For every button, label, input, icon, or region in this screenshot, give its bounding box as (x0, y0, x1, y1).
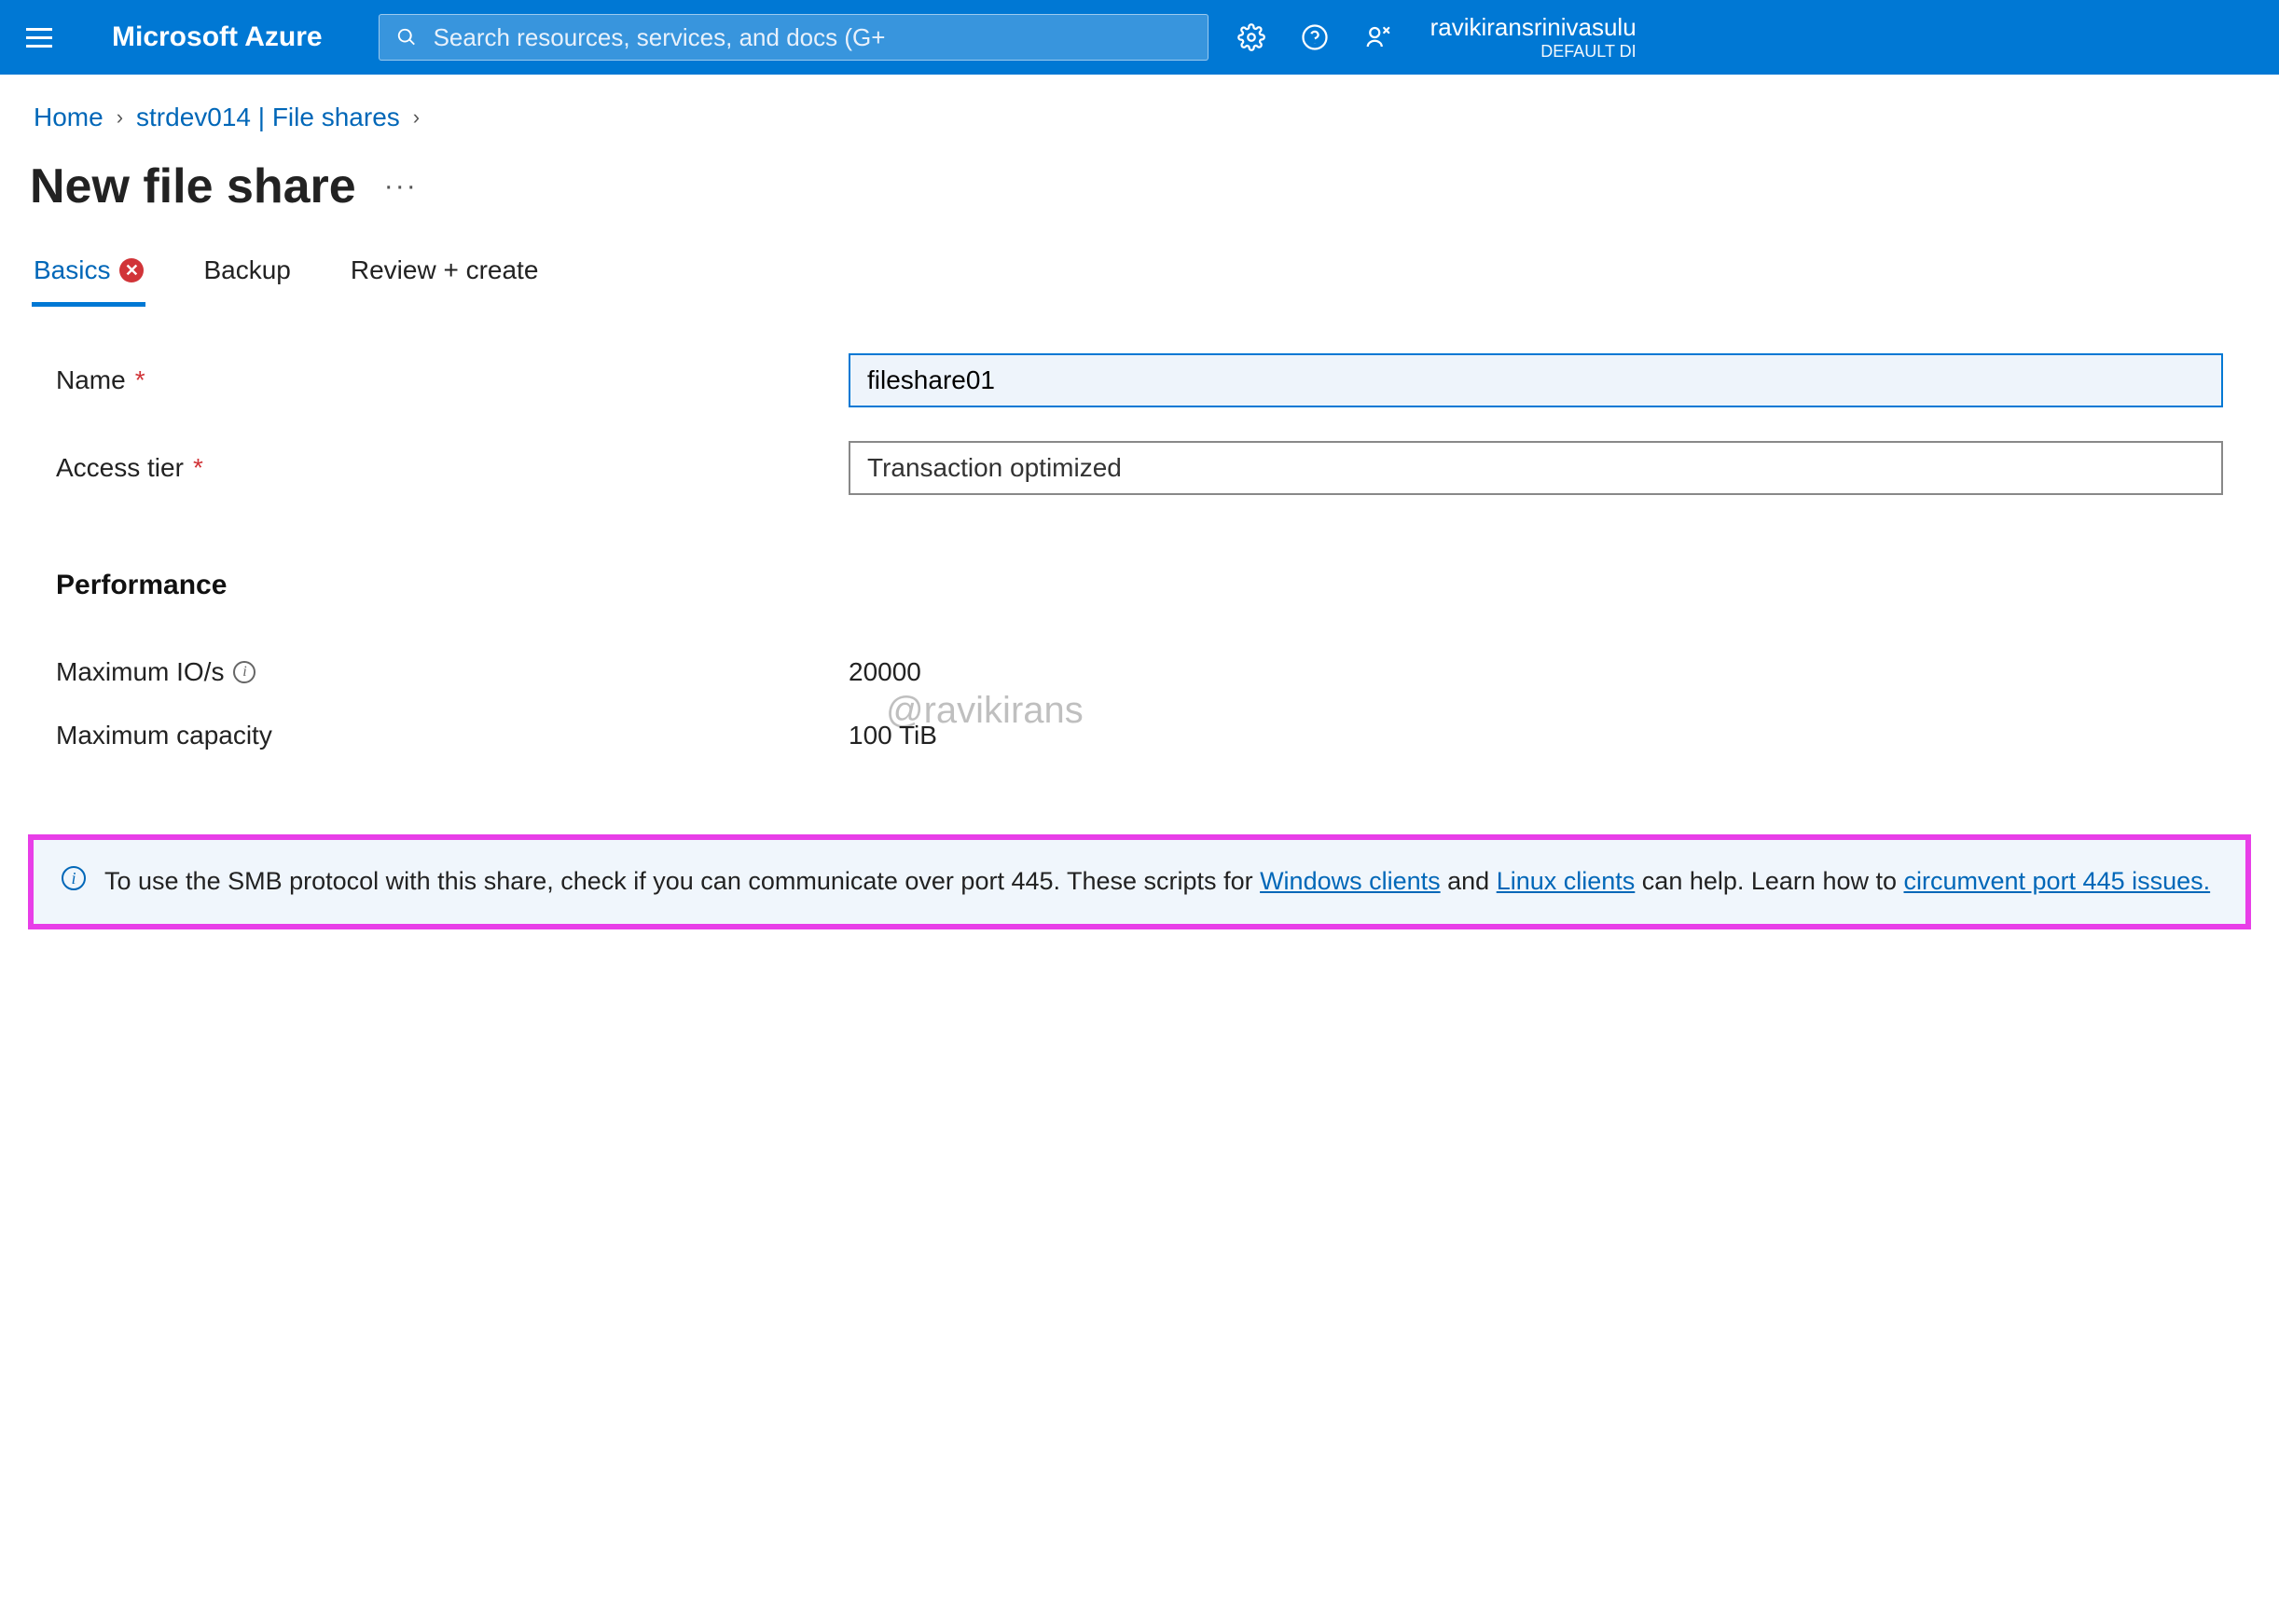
chevron-right-icon: › (117, 105, 123, 130)
info-icon[interactable]: i (233, 661, 256, 683)
performance-heading: Performance (56, 570, 2223, 601)
tab-review-create[interactable]: Review + create (349, 242, 541, 307)
search-icon (396, 27, 417, 48)
info-banner: i To use the SMB protocol with this shar… (28, 834, 2251, 929)
error-badge-icon: ✕ (119, 258, 144, 282)
banner-text-a: To use the SMB protocol with this share,… (104, 867, 1260, 895)
top-icon-group (1236, 22, 1393, 52)
label-text: Access tier (56, 453, 184, 483)
info-icon: i (62, 866, 86, 890)
search-container (379, 14, 1209, 61)
link-linux-clients[interactable]: Linux clients (1497, 867, 1636, 895)
max-capacity-value: 100 TiB (849, 721, 937, 750)
row-name: Name * (56, 353, 2223, 407)
name-input[interactable] (849, 353, 2223, 407)
banner-text-b: and (1441, 867, 1497, 895)
user-directory-label: DEFAULT DI (1430, 42, 1637, 62)
search-box[interactable] (379, 14, 1209, 61)
tab-label: Backup (203, 255, 290, 285)
feedback-icon[interactable] (1363, 22, 1393, 52)
tab-backup[interactable]: Backup (201, 242, 292, 307)
row-access-tier: Access tier * Transaction optimized (56, 441, 2223, 495)
required-asterisk-icon: * (193, 453, 203, 483)
breadcrumb-home[interactable]: Home (34, 103, 104, 132)
form-area: Name * Access tier * Transaction optimiz… (0, 307, 2279, 750)
page-header: New file share ··· (0, 142, 2279, 242)
banner-text-c: can help. Learn how to (1635, 867, 1903, 895)
more-actions-icon[interactable]: ··· (384, 171, 418, 202)
user-account-block[interactable]: ravikiransrinivasulu DEFAULT DI (1430, 13, 1637, 62)
tab-label: Basics (34, 255, 110, 285)
tab-basics[interactable]: Basics ✕ (32, 242, 145, 307)
access-tier-select[interactable]: Transaction optimized (849, 441, 2223, 495)
required-asterisk-icon: * (135, 365, 145, 395)
breadcrumb: Home › strdev014 | File shares › (0, 75, 2279, 142)
hamburger-menu-icon[interactable] (19, 21, 56, 55)
max-io-value: 20000 (849, 657, 921, 687)
label-text: Maximum capacity (56, 721, 272, 750)
search-input[interactable] (434, 23, 1191, 52)
settings-icon[interactable] (1236, 22, 1266, 52)
page-title: New file share (30, 158, 356, 214)
name-label: Name * (56, 365, 849, 395)
breadcrumb-fileshares[interactable]: strdev014 | File shares (136, 103, 400, 132)
row-max-io: Maximum IO/s i 20000 (56, 657, 2223, 687)
chevron-right-icon: › (413, 105, 420, 130)
link-windows-clients[interactable]: Windows clients (1260, 867, 1441, 895)
brand-label[interactable]: Microsoft Azure (112, 21, 323, 53)
tab-strip: Basics ✕ Backup Review + create (0, 242, 2279, 307)
row-max-capacity: Maximum capacity 100 TiB (56, 721, 2223, 750)
azure-topbar: Microsoft Azure ravikiransrinivasulu DEF… (0, 0, 2279, 75)
banner-text: To use the SMB protocol with this share,… (104, 862, 2210, 901)
tab-label: Review + create (351, 255, 539, 285)
label-text: Name (56, 365, 126, 395)
user-name-label: ravikiransrinivasulu (1430, 13, 1637, 42)
max-io-label: Maximum IO/s i (56, 657, 849, 687)
access-tier-label: Access tier * (56, 453, 849, 483)
label-text: Maximum IO/s (56, 657, 224, 687)
help-icon[interactable] (1300, 22, 1330, 52)
max-capacity-label: Maximum capacity (56, 721, 849, 750)
link-circumvent-port[interactable]: circumvent port 445 issues. (1904, 867, 2211, 895)
select-value: Transaction optimized (867, 453, 1122, 483)
